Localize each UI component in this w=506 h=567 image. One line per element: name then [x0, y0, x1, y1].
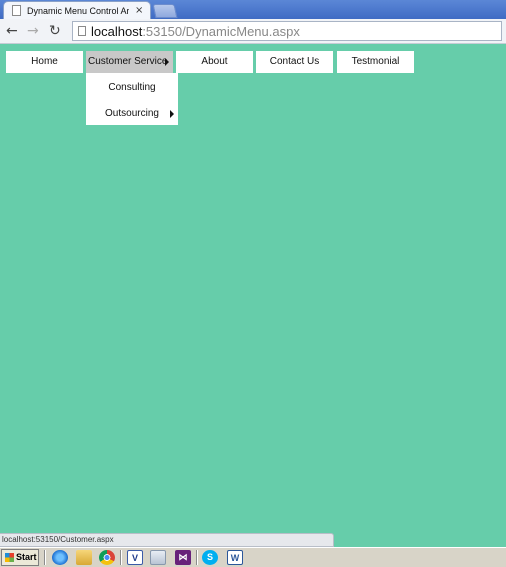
forward-arrow-icon[interactable]: → [27, 22, 39, 40]
menu-item-home[interactable]: Home [6, 51, 83, 73]
chrome-icon[interactable] [99, 550, 115, 565]
windows-logo-icon [5, 553, 14, 562]
page-icon [12, 5, 21, 16]
close-tab-icon[interactable]: × [135, 5, 143, 16]
menu-item-label: Contact Us [269, 56, 320, 67]
address-path: :53150/DynamicMenu.aspx [142, 23, 300, 39]
submenu-item-outsourcing[interactable]: Outsourcing [86, 101, 178, 127]
skype-icon[interactable]: S [202, 550, 218, 565]
address-bar[interactable]: localhost:53150/DynamicMenu.aspx [72, 21, 502, 41]
page-icon [78, 26, 86, 36]
taskbar: Start V ⋈ S W [0, 547, 506, 567]
back-arrow-icon[interactable]: ← [6, 22, 18, 40]
submenu-arrow-icon [165, 58, 169, 66]
browser-tab[interactable]: Dynamic Menu Control Article × [3, 1, 151, 19]
folder-icon[interactable] [76, 550, 92, 565]
menu-item-about[interactable]: About [176, 51, 253, 73]
browser-tab-strip: Dynamic Menu Control Article × [0, 0, 506, 19]
menu-item-label: Testmonial [351, 56, 400, 67]
menu-item-customer-service[interactable]: Customer Service [86, 51, 173, 73]
start-label: Start [16, 552, 37, 562]
menu-item-label: About [201, 56, 228, 67]
visual-studio-icon[interactable]: ⋈ [175, 550, 191, 565]
status-url-bubble: localhost:53150/Customer.aspx [0, 533, 334, 547]
menu-item-contact-us[interactable]: Contact Us [256, 51, 333, 73]
menu-item-testmonial[interactable]: Testmonial [337, 51, 414, 73]
document-icon[interactable] [150, 550, 166, 565]
submenu-arrow-icon [170, 110, 174, 118]
submenu-item-label: Outsourcing [105, 108, 159, 119]
menu-item-label: Home [31, 56, 58, 67]
submenu-item-label: Consulting [108, 82, 156, 93]
address-host: localhost [91, 23, 143, 39]
word-icon[interactable]: W [227, 550, 243, 565]
taskbar-separator [120, 550, 122, 565]
customer-service-dropdown: Consulting Outsourcing [86, 73, 178, 125]
menu-item-label: Customer Service [88, 56, 168, 67]
browser-toolbar: ← → ↻ localhost:53150/DynamicMenu.aspx [0, 19, 506, 44]
taskbar-separator [44, 550, 46, 565]
new-tab-button[interactable] [152, 4, 178, 18]
v-app-icon[interactable]: V [127, 550, 143, 565]
start-button[interactable]: Start [1, 549, 39, 566]
taskbar-separator [196, 550, 198, 565]
submenu-item-consulting[interactable]: Consulting [86, 75, 178, 101]
tab-title: Dynamic Menu Control Article [27, 5, 129, 16]
internet-explorer-icon[interactable] [52, 550, 68, 565]
reload-icon[interactable]: ↻ [49, 22, 61, 40]
